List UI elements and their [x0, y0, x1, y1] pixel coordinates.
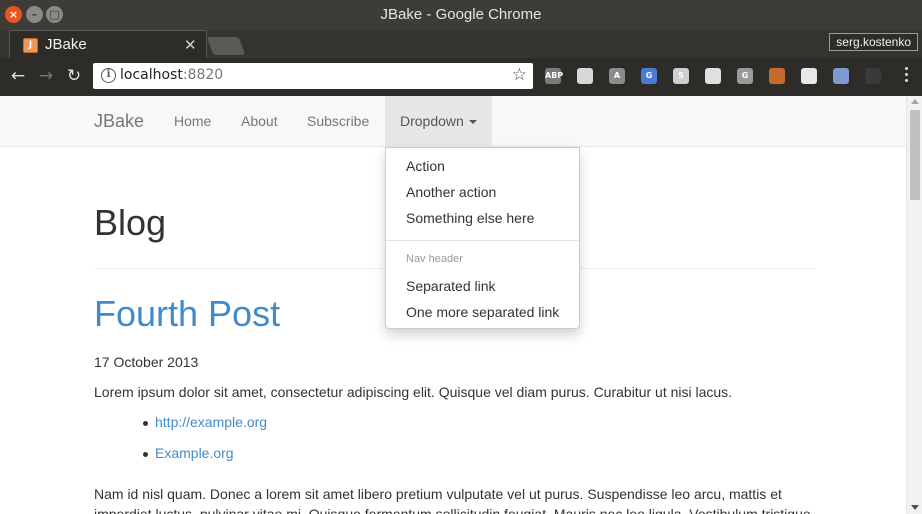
post-date: 17 October 2013 — [94, 354, 199, 370]
dropdown-item-action[interactable]: Action — [406, 158, 445, 174]
scroll-thumb[interactable] — [910, 110, 920, 200]
navbar-brand[interactable]: JBake — [94, 111, 144, 132]
url-port: :8820 — [182, 67, 224, 83]
chrome-menu-icon[interactable] — [905, 67, 909, 85]
s-extension-icon[interactable]: S — [673, 68, 689, 84]
profile-button[interactable]: serg.kostenko — [829, 33, 918, 51]
cube-icon[interactable] — [577, 68, 593, 84]
nav-link-about[interactable]: About — [241, 113, 278, 129]
url-text[interactable]: localhost:8820 — [120, 67, 223, 83]
page-title: Blog — [94, 202, 167, 243]
dropdown-header: Nav header — [406, 253, 463, 265]
address-bar[interactable]: i localhost:8820 ☆ — [93, 63, 533, 89]
info-icon[interactable]: i — [101, 68, 116, 83]
dropdown-menu: Action Another action Something else her… — [385, 147, 580, 329]
flag-icon[interactable] — [865, 68, 881, 84]
window-titlebar: × – □ JBake - Google Chrome — [0, 0, 922, 30]
url-host: localhost — [120, 67, 183, 83]
bookmark-star-icon[interactable]: ☆ — [512, 65, 527, 85]
tab-strip: J JBake ✕ serg.kostenko — [0, 30, 922, 58]
post-body: Nam id nisl quam. Donec a lorem sit amet… — [94, 486, 811, 514]
g-extension-icon[interactable]: G — [737, 68, 753, 84]
dropdown-item-something-else[interactable]: Something else here — [406, 210, 534, 226]
tab-title: JBake — [45, 36, 87, 53]
new-tab-button[interactable] — [206, 37, 246, 55]
scroll-down-arrow-icon[interactable] — [911, 505, 919, 510]
dropdown-item-one-more-separated-link[interactable]: One more separated link — [406, 304, 559, 320]
post-intro: Lorem ipsum dolor sit amet, consectetur … — [94, 384, 733, 400]
shield-icon[interactable] — [705, 68, 721, 84]
nav-link-subscribe[interactable]: Subscribe — [307, 113, 369, 129]
page-scrollbar[interactable] — [906, 96, 922, 514]
angular-icon[interactable]: A — [609, 68, 625, 84]
forward-arrow-icon[interactable]: → — [36, 66, 56, 86]
post-link[interactable]: http://example.org — [155, 414, 267, 430]
dropdown-item-separated-link[interactable]: Separated link — [406, 278, 496, 294]
site-navbar: JBake Home About Subscribe Dropdown — [0, 96, 906, 147]
nav-link-home[interactable]: Home — [174, 113, 211, 129]
key-icon[interactable] — [833, 68, 849, 84]
nav-dropdown-label: Dropdown — [400, 113, 464, 129]
nav-dropdown-toggle[interactable]: Dropdown — [385, 96, 492, 147]
browser-toolbar: ← → ↻ i localhost:8820 ☆ ABP A G S G — [0, 58, 922, 96]
list-item: http://example.org — [142, 414, 267, 445]
page-viewport: JBake Home About Subscribe Dropdown Blog… — [0, 96, 906, 514]
dropdown-divider — [386, 240, 579, 241]
gnome-icon[interactable] — [801, 68, 817, 84]
post-title-link[interactable]: Fourth Post — [94, 293, 280, 335]
owl-icon[interactable] — [769, 68, 785, 84]
tab-favicon-icon: J — [23, 38, 38, 53]
window-title: JBake - Google Chrome — [380, 6, 542, 23]
adblock-icon[interactable]: ABP — [545, 68, 563, 84]
post-link[interactable]: Example.org — [155, 445, 234, 461]
tab-close-icon[interactable]: ✕ — [184, 36, 197, 54]
scroll-up-arrow-icon[interactable] — [911, 99, 919, 104]
list-item: Example.org — [142, 445, 267, 476]
post-link-list: http://example.org Example.org — [142, 414, 267, 476]
caret-down-icon — [469, 120, 477, 124]
reload-icon[interactable]: ↻ — [64, 66, 84, 86]
back-arrow-icon[interactable]: ← — [8, 66, 28, 86]
tab-jbake[interactable]: J JBake ✕ — [9, 30, 207, 58]
dropdown-item-another-action[interactable]: Another action — [406, 184, 496, 200]
translate-icon[interactable]: G — [641, 68, 657, 84]
